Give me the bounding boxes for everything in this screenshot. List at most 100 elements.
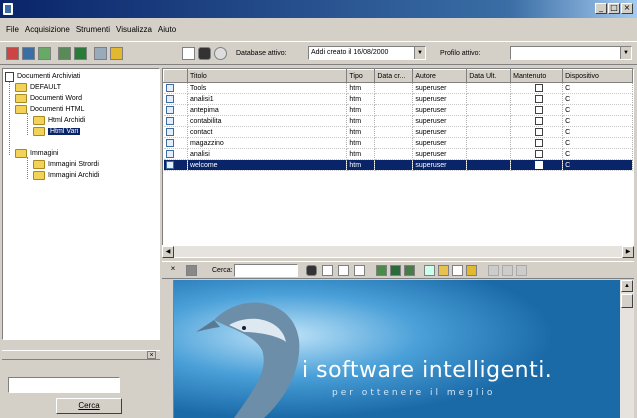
globe-icon[interactable] — [214, 47, 227, 60]
preview-slogan: i software intelligenti. — [302, 358, 553, 383]
chevron-down-icon[interactable]: ▼ — [620, 47, 631, 59]
folder-icon — [33, 127, 45, 136]
tree-item-default[interactable]: DEFAULT — [15, 82, 61, 93]
menu-strumenti[interactable]: Strumenti — [76, 25, 110, 34]
tile-icon[interactable] — [424, 265, 435, 276]
column-header-icon[interactable] — [163, 69, 188, 83]
tree-item-immagini-strordi[interactable]: Immagini Strordi — [33, 159, 99, 170]
maximize-button[interactable]: □ — [608, 3, 620, 14]
open-icon[interactable] — [22, 47, 35, 60]
table-row[interactable]: contabilita htm superuser C — [163, 115, 633, 127]
tree-item-html-archidi[interactable]: Html Archidi — [33, 115, 85, 126]
minimize-button[interactable]: _ — [595, 3, 607, 14]
column-header-author[interactable]: Autore — [412, 69, 468, 83]
page-next-icon[interactable] — [354, 265, 365, 276]
kept-checkbox[interactable] — [535, 161, 544, 169]
tree-item-word[interactable]: Documenti Word — [15, 93, 82, 104]
table-row[interactable]: analisi1 htm superuser C — [163, 93, 633, 105]
html-document-icon — [165, 150, 174, 158]
binoculars-icon[interactable] — [198, 47, 211, 60]
kept-checkbox[interactable] — [535, 117, 544, 125]
column-header-type[interactable]: Tipo — [346, 69, 376, 83]
kept-checkbox[interactable] — [535, 106, 544, 114]
close-icon[interactable]: × — [168, 265, 178, 275]
document-icon[interactable] — [452, 265, 463, 276]
chevron-down-icon[interactable]: ▼ — [414, 47, 425, 59]
kept-checkbox[interactable] — [535, 95, 544, 103]
tree-item-html[interactable]: Documenti HTML — [15, 104, 84, 115]
zoom-icon[interactable] — [376, 265, 387, 276]
close-button[interactable]: × — [621, 3, 633, 14]
scroll-thumb[interactable] — [621, 294, 633, 308]
scroll-left-icon[interactable]: ◀ — [162, 246, 174, 258]
preview-search-input[interactable] — [234, 264, 298, 277]
preview-tagline: per ottenere il meglio — [332, 388, 496, 398]
new-icon[interactable] — [6, 47, 19, 60]
table-row-selected[interactable]: welcome htm superuser C — [163, 159, 633, 171]
main-toolbar: Database attivo: Addi creato il 16/08/20… — [0, 41, 637, 65]
kept-checkbox[interactable] — [535, 139, 544, 147]
folder-icon — [33, 116, 45, 125]
table-row[interactable]: contact htm superuser C — [163, 126, 633, 138]
tree-item-immagini[interactable]: Immagini — [15, 148, 58, 159]
vertical-scrollbar[interactable]: ▲ — [620, 280, 634, 418]
html-document-icon — [165, 128, 174, 136]
table-row[interactable]: antepima htm superuser C — [163, 104, 633, 116]
menu-acquisizione[interactable]: Acquisizione — [25, 25, 70, 34]
search-button[interactable]: Cerca — [56, 398, 122, 414]
column-header-title[interactable]: Titolo — [186, 69, 348, 83]
folder-open-icon — [15, 105, 27, 114]
html-document-icon — [165, 161, 174, 169]
tree-item-immagini-archidi[interactable]: Immagini Archidi — [33, 170, 99, 181]
save-icon[interactable] — [38, 47, 51, 60]
close-icon[interactable]: × — [147, 351, 156, 359]
rotate-icon[interactable] — [404, 265, 415, 276]
binoculars-icon[interactable] — [306, 265, 317, 276]
preview-gutter — [162, 280, 174, 418]
folder-icon[interactable] — [110, 47, 123, 60]
table-row[interactable]: Tools htm superuser C — [163, 82, 633, 94]
note-icon[interactable] — [466, 265, 477, 276]
horizontal-scrollbar[interactable]: ◀ ▶ — [162, 245, 634, 258]
folder-icon — [33, 160, 45, 169]
tree-root[interactable]: Documenti Archiviati — [5, 71, 80, 82]
table-header: Titolo Tipo Data cr... Autore Data Ult. … — [163, 69, 633, 83]
page-icon[interactable] — [322, 265, 333, 276]
menu-aiuto[interactable]: Aiuto — [158, 25, 176, 34]
fit-icon[interactable] — [390, 265, 401, 276]
menu-visualizza[interactable]: Visualizza — [116, 25, 152, 34]
column-header-created[interactable]: Data cr... — [374, 69, 414, 83]
menu-file[interactable]: File — [6, 25, 19, 34]
table-row[interactable]: analisi htm superuser C — [163, 148, 633, 160]
tree-item-html-vari[interactable]: Html Vari — [33, 126, 81, 137]
html-document-icon — [165, 117, 174, 125]
disabled-icon — [516, 265, 527, 276]
folder-icon — [33, 171, 45, 180]
kept-checkbox[interactable] — [535, 150, 544, 158]
profile-select[interactable]: ▼ — [510, 46, 632, 60]
document-icon — [5, 71, 14, 82]
folder-icon[interactable] — [438, 265, 449, 276]
disabled-icon — [488, 265, 499, 276]
column-header-kept[interactable]: Mantenuto — [510, 69, 564, 83]
kept-checkbox[interactable] — [535, 84, 544, 92]
search-input[interactable] — [8, 377, 120, 393]
scroll-up-icon[interactable]: ▲ — [621, 280, 633, 292]
html-document-icon — [165, 106, 174, 114]
splitter[interactable]: × — [2, 350, 160, 360]
database-select[interactable]: Addi creato il 16/08/2000 ▼ — [308, 46, 426, 60]
profile-label: Profilo attivo: — [440, 50, 481, 57]
view-icon[interactable] — [74, 47, 87, 60]
folder-icon — [15, 94, 27, 103]
column-header-device[interactable]: Dispositivo — [562, 69, 633, 83]
copy-icon[interactable] — [94, 47, 107, 60]
column-header-updated[interactable]: Data Ult. — [466, 69, 512, 83]
grid-icon[interactable] — [58, 47, 71, 60]
page-prev-icon[interactable] — [338, 265, 349, 276]
scroll-right-icon[interactable]: ▶ — [622, 246, 634, 258]
print-icon[interactable] — [186, 265, 197, 276]
page-icon[interactable] — [182, 47, 195, 60]
folder-open-icon — [15, 149, 27, 158]
table-row[interactable]: magazzino htm superuser C — [163, 137, 633, 149]
kept-checkbox[interactable] — [535, 128, 544, 136]
